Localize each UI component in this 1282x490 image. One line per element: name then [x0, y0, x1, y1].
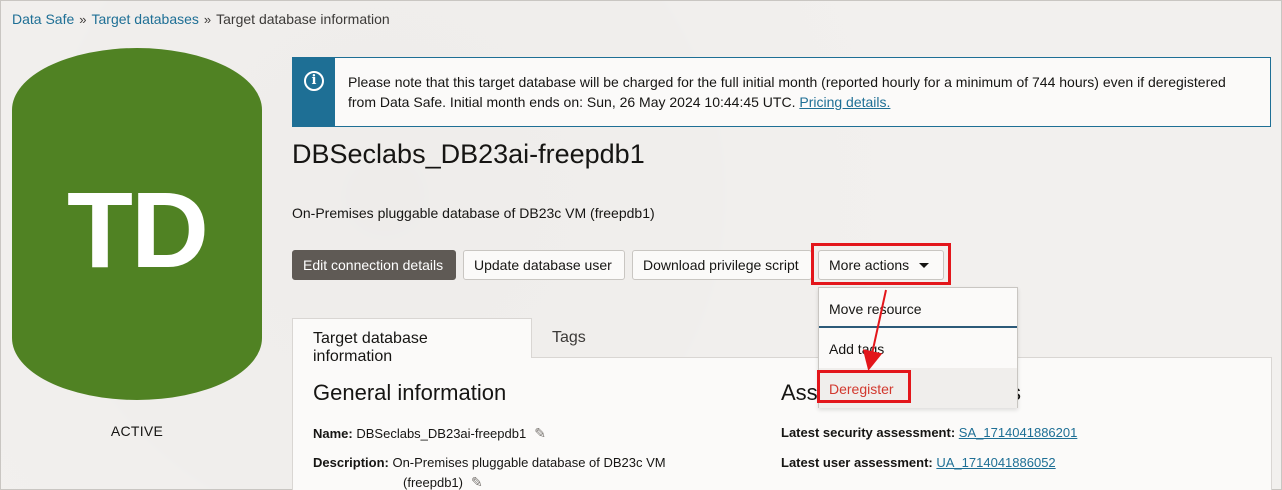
breadcrumb-current: Target database information — [216, 11, 390, 27]
edit-connection-details-button[interactable]: Edit connection details — [292, 250, 456, 280]
more-actions-highlight — [811, 243, 951, 285]
notice-icon-bar: i — [293, 58, 335, 126]
menu-item-add-tags[interactable]: Add tags — [819, 328, 1017, 368]
notice-text: Please note that this target database wi… — [335, 58, 1226, 126]
notice-line-1: Please note that this target database wi… — [348, 74, 1226, 90]
security-assessment-row: Latest security assessment: SA_171404188… — [781, 425, 1077, 440]
description-label: Description: — [313, 455, 389, 470]
deregister-highlight — [817, 370, 911, 403]
pricing-details-link[interactable]: Pricing details. — [799, 94, 890, 110]
breadcrumb-target-databases[interactable]: Target databases — [92, 11, 199, 27]
notice-line-2: from Data Safe. Initial month ends on: S… — [348, 94, 891, 110]
page-title: DBSeclabs_DB23ai-freepdb1 — [292, 139, 645, 169]
user-assessment-row: Latest user assessment: UA_1714041886052 — [781, 455, 1056, 470]
description-value-continued: (freepdb1) ✎ — [403, 474, 483, 490]
tab-panel — [292, 357, 1272, 490]
name-value: DBSeclabs_DB23ai-freepdb1 — [356, 426, 527, 441]
edit-description-pencil-icon[interactable]: ✎ — [471, 474, 483, 490]
target-database-badge: TD — [12, 48, 262, 400]
info-icon: i — [304, 71, 324, 91]
pricing-notice: i Please note that this target database … — [292, 57, 1271, 127]
security-assessment-link[interactable]: SA_1714041886201 — [959, 425, 1078, 440]
breadcrumb: Data Safe » Target databases » Target da… — [12, 11, 390, 27]
badge-letters: TD — [67, 169, 209, 290]
description-value: On-Premises pluggable database of DB23c … — [392, 455, 666, 470]
download-privilege-script-button[interactable]: Download privilege script — [632, 250, 812, 280]
breadcrumb-separator: » — [79, 11, 87, 27]
general-information-heading: General information — [313, 380, 507, 405]
tab-target-database-information[interactable]: Target database information — [292, 318, 532, 365]
security-assessment-label: Latest security assessment: — [781, 425, 956, 440]
user-assessment-label: Latest user assessment: — [781, 455, 933, 470]
page-subtitle: On-Premises pluggable database of DB23c … — [292, 205, 655, 221]
assessment-heading-left: Ass — [781, 380, 818, 405]
name-label: Name: — [313, 426, 353, 441]
breadcrumb-data-safe[interactable]: Data Safe — [12, 11, 74, 27]
name-row: Name: DBSeclabs_DB23ai-freepdb1 ✎ — [313, 425, 546, 442]
menu-item-move-resource[interactable]: Move resource — [819, 288, 1017, 328]
status-label: ACTIVE — [110, 423, 164, 439]
description-row: Description: On-Premises pluggable datab… — [313, 455, 666, 470]
breadcrumb-separator: » — [203, 11, 212, 27]
edit-name-pencil-icon[interactable]: ✎ — [534, 425, 546, 442]
user-assessment-link[interactable]: UA_1714041886052 — [936, 455, 1055, 470]
tab-tags[interactable]: Tags — [532, 318, 606, 358]
update-database-user-button[interactable]: Update database user — [463, 250, 625, 280]
